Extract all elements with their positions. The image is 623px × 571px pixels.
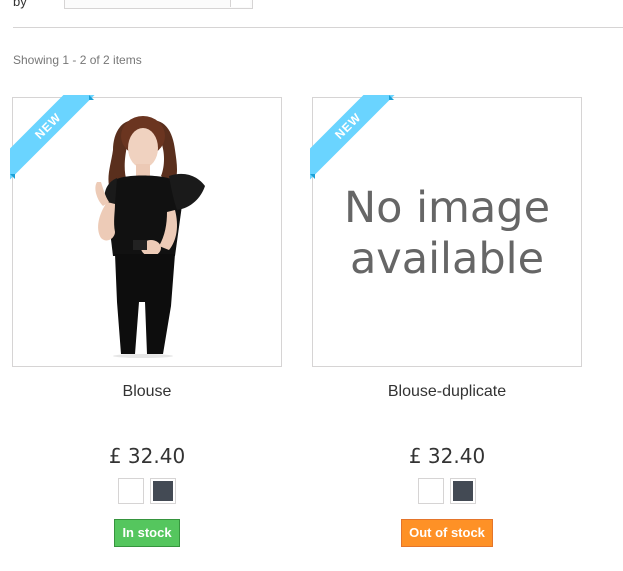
product-name-link[interactable]: Blouse xyxy=(12,383,282,401)
new-badge: NEW xyxy=(310,95,396,181)
product-name-link[interactable]: Blouse-duplicate xyxy=(312,383,582,401)
sort-label: by xyxy=(13,0,27,9)
availability-badge: Out of stock xyxy=(401,519,493,547)
new-badge: NEW xyxy=(10,95,96,181)
availability-badge: In stock xyxy=(114,519,180,547)
ribbon-fold xyxy=(10,174,15,179)
chevron-down-icon[interactable] xyxy=(230,0,250,7)
color-swatch-white[interactable] xyxy=(118,478,144,504)
no-image-placeholder: No image available xyxy=(313,183,581,285)
color-swatches xyxy=(12,478,282,504)
new-ribbon: NEW xyxy=(310,95,396,181)
color-swatch-dark-grey[interactable] xyxy=(150,478,176,504)
product-price: £ 32.40 xyxy=(108,444,186,468)
color-swatch-dark-grey[interactable] xyxy=(450,478,476,504)
no-image-line2: available xyxy=(349,234,545,284)
availability: Out of stock xyxy=(312,519,582,547)
divider xyxy=(13,27,623,28)
new-ribbon: NEW xyxy=(10,95,96,181)
color-swatch-white[interactable] xyxy=(418,478,444,504)
no-image-line1: No image xyxy=(343,183,551,233)
product-card: No image available NEW Blouse-duplicate … xyxy=(310,95,582,547)
ribbon-fold xyxy=(89,95,94,100)
availability: In stock xyxy=(12,519,282,547)
sort-toolbar: by xyxy=(0,0,623,28)
product-image-link[interactable]: No image available NEW xyxy=(310,95,582,367)
product-card: NEW Blouse £ 32.40 In stock xyxy=(10,95,282,547)
product-count: Showing 1 - 2 of 2 items xyxy=(13,53,142,67)
product-image-link[interactable]: NEW xyxy=(10,95,282,367)
sort-select[interactable] xyxy=(64,0,253,9)
ribbon-fold xyxy=(310,174,315,179)
color-swatches xyxy=(312,478,582,504)
product-price: £ 32.40 xyxy=(408,444,486,468)
ribbon-fold xyxy=(389,95,394,100)
